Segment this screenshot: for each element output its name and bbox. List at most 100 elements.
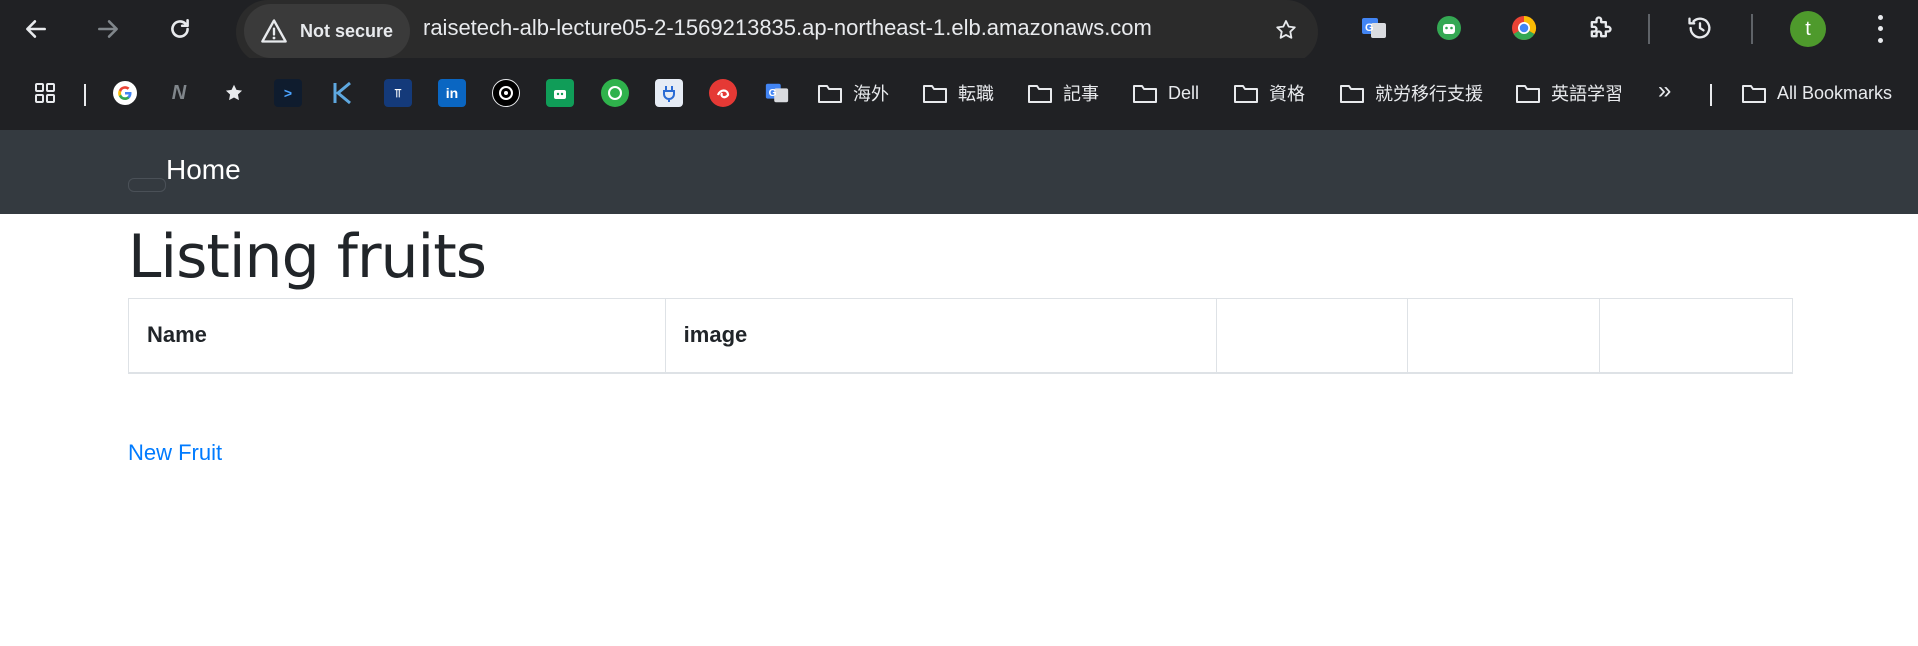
toolbar-divider <box>1648 14 1650 44</box>
table-header-row: Name image <box>128 298 1793 374</box>
folder-icon <box>1028 85 1052 103</box>
column-header-image: image <box>664 298 1218 374</box>
menu-dot-icon <box>1877 15 1883 21</box>
page-title: Listing fruits <box>128 222 487 292</box>
forward-button[interactable] <box>88 9 128 49</box>
menu-dot-icon <box>1877 37 1883 43</box>
column-header-blank <box>1407 298 1601 374</box>
bookmark-folder[interactable]: Dell <box>1132 77 1199 109</box>
folder-icon <box>818 85 842 103</box>
security-label: Not secure <box>300 20 394 41</box>
arrow-left-icon <box>26 20 46 38</box>
reload-button[interactable] <box>160 9 200 49</box>
folder-label: 転職 <box>958 84 994 104</box>
browser-menu-button[interactable] <box>1868 12 1892 46</box>
tower-bookmark[interactable]: ⫪ <box>384 79 412 107</box>
bookmark-divider <box>1710 84 1712 106</box>
puzzle-icon <box>1590 16 1612 38</box>
google-translate-icon: G <box>1362 18 1386 38</box>
url-text[interactable]: raisetech-alb-lecture05-2-1569213835.ap-… <box>423 15 1152 41</box>
all-bookmarks-button[interactable]: All Bookmarks <box>1741 77 1892 109</box>
site-navbar: Home <box>0 130 1918 214</box>
google-translate-icon: G <box>765 83 789 103</box>
svg-text:G: G <box>769 88 777 99</box>
chat-bookmark[interactable] <box>601 79 629 107</box>
column-header-blank <box>1599 298 1793 374</box>
bookmark-folder[interactable]: 就労移行支援 <box>1339 77 1483 109</box>
history-icon <box>1688 17 1711 39</box>
folder-label: 就労移行支援 <box>1375 84 1483 104</box>
folder-icon <box>1234 85 1258 103</box>
warning-triangle-icon <box>261 19 287 43</box>
linkedin-bookmark[interactable]: in <box>438 79 466 107</box>
prompt-icon: > <box>283 85 293 101</box>
site-info-chip[interactable]: Not secure <box>244 4 410 58</box>
apps-grid-bookmark[interactable] <box>31 79 59 107</box>
column-header-name: Name <box>128 298 666 374</box>
google-icon <box>113 81 137 105</box>
google-translate-extension[interactable]: G <box>1358 12 1390 44</box>
home-link[interactable]: Home <box>166 154 241 186</box>
n-logo-icon: N <box>171 81 187 104</box>
kotlin-bookmark[interactable] <box>329 79 357 107</box>
navbar-toggler-button[interactable] <box>128 178 166 192</box>
terminal-bookmark[interactable]: > <box>274 79 302 107</box>
android-bookmark[interactable] <box>546 79 574 107</box>
new-fruit-link[interactable]: New Fruit <box>128 440 222 466</box>
folder-icon <box>1340 85 1364 103</box>
red-swirl-bookmark[interactable] <box>709 79 737 107</box>
swirl-icon <box>716 89 730 99</box>
menu-dot-icon <box>1877 26 1883 32</box>
apps-grid-icon <box>35 83 55 103</box>
bookmark-folder[interactable]: 資格 <box>1233 77 1305 109</box>
plug-icon <box>663 86 675 102</box>
translate-bookmark[interactable]: G <box>763 79 791 107</box>
bookmark-folder[interactable]: 海外 <box>817 77 889 109</box>
folder-label: 資格 <box>1269 84 1305 104</box>
bookmark-divider <box>84 84 86 106</box>
fruits-table: Name image <box>128 298 1793 374</box>
star-filled-icon <box>225 84 243 101</box>
linkedin-icon: in <box>445 85 459 101</box>
column-header-blank <box>1216 298 1409 374</box>
android-bot-extension[interactable] <box>1433 12 1465 44</box>
bookmark-folder[interactable]: 転職 <box>922 77 994 109</box>
folder-icon <box>1742 85 1766 103</box>
svg-text:G: G <box>1365 22 1374 34</box>
bookmark-star-button[interactable] <box>1268 12 1304 48</box>
starred-bookmark[interactable] <box>220 79 248 107</box>
folder-label: 英語学習 <box>1551 84 1623 104</box>
back-button[interactable] <box>16 9 56 49</box>
arrow-right-icon <box>98 20 118 38</box>
folder-label: 海外 <box>853 84 889 104</box>
plug-bookmark[interactable] <box>655 79 683 107</box>
bookmark-folder[interactable]: 記事 <box>1027 77 1099 109</box>
clock-extension[interactable] <box>1508 12 1540 44</box>
n-bookmark[interactable]: N <box>165 79 193 107</box>
chrome-clock-icon <box>1512 15 1537 41</box>
history-button[interactable] <box>1684 12 1716 44</box>
folder-label: 記事 <box>1063 84 1099 104</box>
folder-icon <box>1516 85 1540 103</box>
android-icon <box>554 90 566 99</box>
reload-icon <box>171 19 189 38</box>
all-bookmarks-label: All Bookmarks <box>1777 82 1893 103</box>
android-bot-icon <box>1437 16 1461 40</box>
bookmarks-bar: N > ⫪ in G 海外 転職 記事 Dell 資格 就労移行支援 英語学習 … <box>0 58 1918 130</box>
chatgpt-bookmark[interactable] <box>492 79 520 107</box>
browser-toolbar: Not secure raisetech-alb-lecture05-2-156… <box>0 0 1918 64</box>
folder-icon <box>923 85 947 103</box>
chat-bubble-icon <box>608 86 622 100</box>
star-outline-icon <box>1276 20 1296 39</box>
profile-avatar[interactable]: t <box>1790 11 1826 47</box>
folder-label: Dell <box>1168 82 1200 103</box>
toolbar-divider <box>1751 14 1753 44</box>
k-logo-icon <box>333 81 351 105</box>
folder-icon <box>1133 85 1157 103</box>
tower-icon: ⫪ <box>394 85 402 100</box>
bookmark-folder[interactable]: 英語学習 <box>1515 77 1623 109</box>
extensions-button[interactable] <box>1584 12 1616 44</box>
bookmarks-overflow-button[interactable]: » <box>1658 77 1671 105</box>
google-bookmark[interactable] <box>111 79 139 107</box>
openai-icon <box>499 86 513 100</box>
